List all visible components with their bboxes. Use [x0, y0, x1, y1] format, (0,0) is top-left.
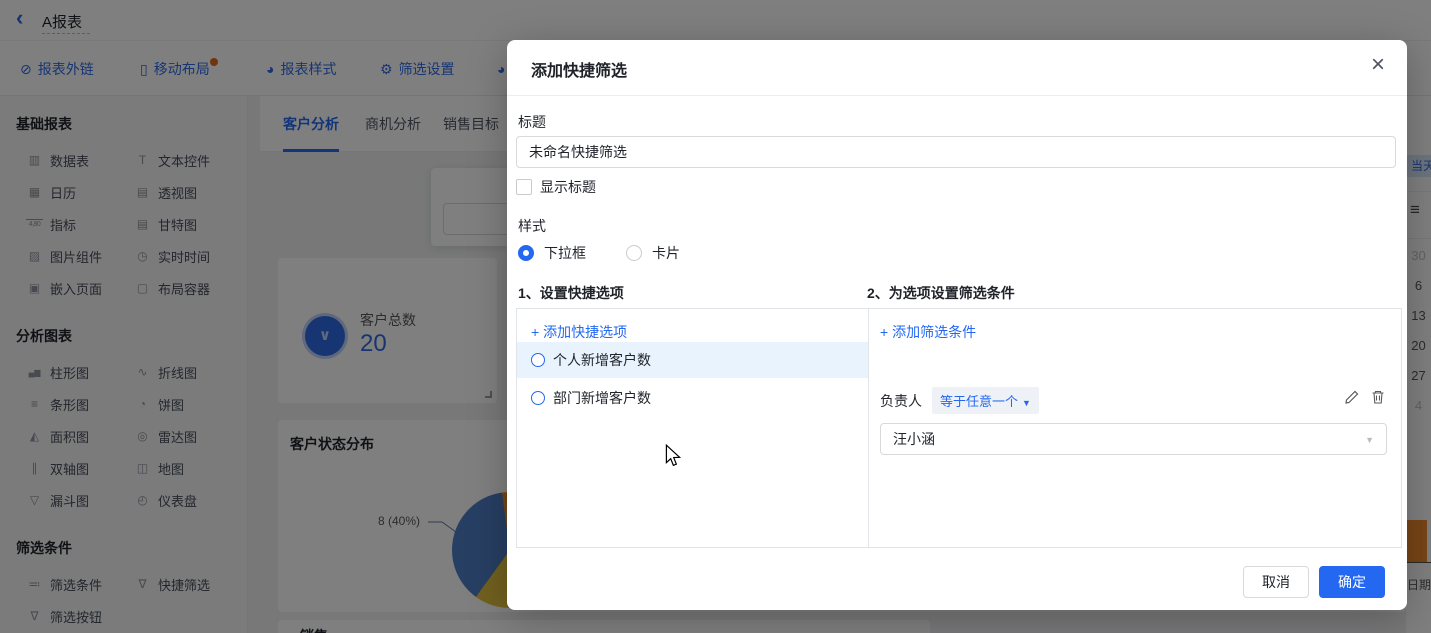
title-field-label: 标题 [518, 112, 546, 132]
condition-field-label: 负责人 [880, 391, 922, 411]
radio-card-label[interactable]: 卡片 [652, 243, 680, 263]
show-title-checkbox-row[interactable]: 显示标题 [516, 177, 596, 197]
close-icon[interactable]: × [1371, 53, 1385, 77]
condition-actions [1344, 389, 1386, 410]
options-conditions-panes: + 添加快捷选项 个人新增客户数 部门新增客户数 + 添加筛选条件 负责人 等于… [516, 308, 1402, 548]
condition-operator-dropdown[interactable]: 等于任意一个▼ [932, 387, 1039, 414]
pane-divider [868, 309, 869, 547]
title-field-input[interactable]: 未命名快捷筛选 [516, 136, 1396, 168]
app-root: ‹ A报表 ⊘报表外链 ▯移动布局 ◕报表样式 ⚙筛选设置 ◕ 基础报表 ▥数据… [0, 0, 1431, 633]
add-quick-option-link[interactable]: + 添加快捷选项 [531, 322, 627, 342]
conditions-column-title: 2、为选项设置筛选条件 [867, 283, 1015, 303]
options-column-title: 1、设置快捷选项 [518, 283, 624, 303]
radio-dropdown-label[interactable]: 下拉框 [544, 243, 586, 263]
radio-card-icon[interactable] [626, 245, 642, 261]
quick-option-row[interactable]: 个人新增客户数 [517, 342, 868, 378]
add-filter-condition-link[interactable]: + 添加筛选条件 [880, 322, 976, 342]
dialog-title: 添加快捷筛选 [531, 57, 627, 81]
condition-row: 负责人 等于任意一个▼ [880, 387, 1039, 414]
option-label: 部门新增客户数 [553, 388, 651, 408]
option-label: 个人新增客户数 [553, 350, 651, 370]
style-radio-group: 下拉框 卡片 [518, 243, 680, 263]
delete-icon[interactable] [1370, 389, 1386, 410]
dialog-header: 添加快捷筛选 × [507, 40, 1407, 96]
option-radio-icon[interactable] [531, 391, 545, 405]
cancel-button[interactable]: 取消 [1243, 566, 1309, 598]
radio-dropdown-icon[interactable] [518, 245, 534, 261]
condition-value-select[interactable]: 汪小涵 ▼ [880, 423, 1387, 455]
confirm-button[interactable]: 确定 [1319, 566, 1385, 598]
option-radio-icon[interactable] [531, 353, 545, 367]
add-quick-filter-dialog: 添加快捷筛选 × 标题 未命名快捷筛选 显示标题 样式 下拉框 卡片 1、设置快… [507, 40, 1407, 610]
show-title-label: 显示标题 [540, 177, 596, 197]
checkbox-icon[interactable] [516, 179, 532, 195]
chevron-down-icon: ▼ [1022, 398, 1031, 408]
quick-option-row[interactable]: 部门新增客户数 [517, 380, 868, 416]
style-field-label: 样式 [518, 216, 546, 236]
select-caret-icon: ▼ [1365, 424, 1374, 456]
edit-icon[interactable] [1344, 389, 1360, 410]
